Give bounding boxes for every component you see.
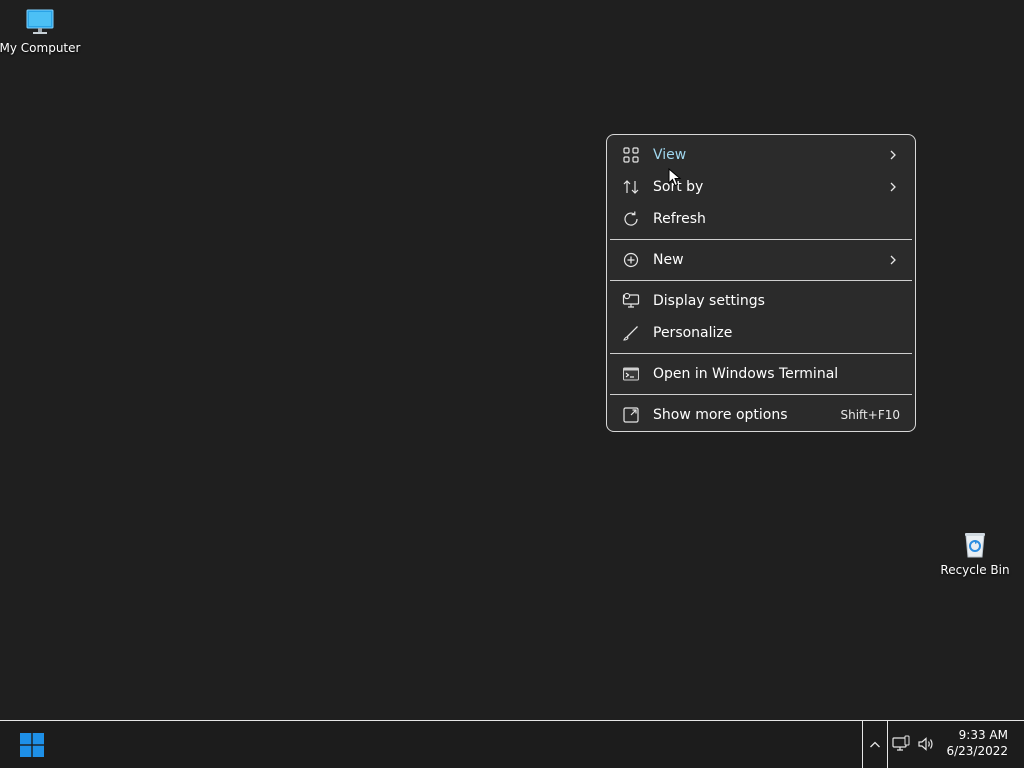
brush-icon — [623, 326, 638, 341]
menu-separator — [610, 394, 912, 395]
menu-item-label: View — [653, 147, 687, 163]
menu-item-sort-by[interactable]: Sort by — [611, 171, 911, 203]
menu-item-label: Personalize — [653, 325, 733, 341]
desktop-context-menu: View Sort by Refresh New Display setting… — [606, 134, 916, 432]
menu-item-personalize[interactable]: Personalize — [611, 317, 911, 349]
grid-icon — [623, 147, 639, 163]
expand-icon — [623, 407, 639, 423]
menu-item-label: New — [653, 252, 684, 268]
refresh-icon — [624, 211, 638, 226]
menu-item-display-settings[interactable]: Display settings — [611, 285, 911, 317]
mouse-cursor-icon — [668, 168, 682, 187]
menu-item-label: Refresh — [653, 211, 706, 227]
menu-item-label: Show more options — [653, 407, 788, 423]
menu-separator — [610, 239, 912, 240]
desktop[interactable]: My Computer Recycle Bin View Sort by Ref… — [0, 0, 1024, 720]
desktop-icon-label: Recycle Bin — [940, 563, 1010, 577]
desktop-icon-label: My Computer — [0, 41, 81, 55]
menu-item-refresh[interactable]: Refresh — [611, 203, 911, 235]
chevron-up-icon — [870, 741, 880, 747]
plus-circle-icon — [623, 252, 639, 268]
menu-separator — [610, 353, 912, 354]
menu-item-new[interactable]: New — [611, 244, 911, 276]
menu-item-view[interactable]: View — [611, 139, 911, 171]
network-icon[interactable] — [892, 735, 910, 753]
volume-icon[interactable] — [917, 735, 935, 753]
menu-item-open-terminal[interactable]: Open in Windows Terminal — [611, 358, 911, 390]
chevron-right-icon — [890, 182, 896, 192]
show-hidden-icons-button[interactable] — [862, 721, 888, 768]
display-settings-icon — [622, 292, 640, 308]
windows-logo-icon — [20, 733, 44, 757]
recycle-bin-icon — [965, 533, 985, 558]
terminal-icon — [623, 367, 639, 381]
start-button[interactable] — [16, 729, 48, 761]
clock-date: 6/23/2022 — [946, 744, 1008, 758]
sort-icon — [623, 180, 639, 194]
monitor-icon — [26, 9, 54, 34]
menu-item-label: Display settings — [653, 293, 765, 309]
chevron-right-icon — [890, 255, 896, 265]
taskbar-clock[interactable]: 9:33 AM 6/23/2022 — [944, 727, 1008, 759]
menu-item-label: Sort by — [653, 179, 704, 195]
menu-item-label: Open in Windows Terminal — [653, 366, 839, 382]
menu-separator — [610, 280, 912, 281]
clock-time: 9:33 AM — [958, 728, 1008, 742]
taskbar: 9:33 AM 6/23/2022 — [0, 720, 1024, 768]
menu-item-show-more-options[interactable]: Show more options Shift+F10 — [611, 399, 911, 431]
desktop-icon-my-computer[interactable]: My Computer — [0, 6, 80, 55]
chevron-right-icon — [890, 150, 896, 160]
keyboard-shortcut: Shift+F10 — [840, 408, 900, 422]
desktop-icon-recycle-bin[interactable]: Recycle Bin — [935, 528, 1015, 577]
